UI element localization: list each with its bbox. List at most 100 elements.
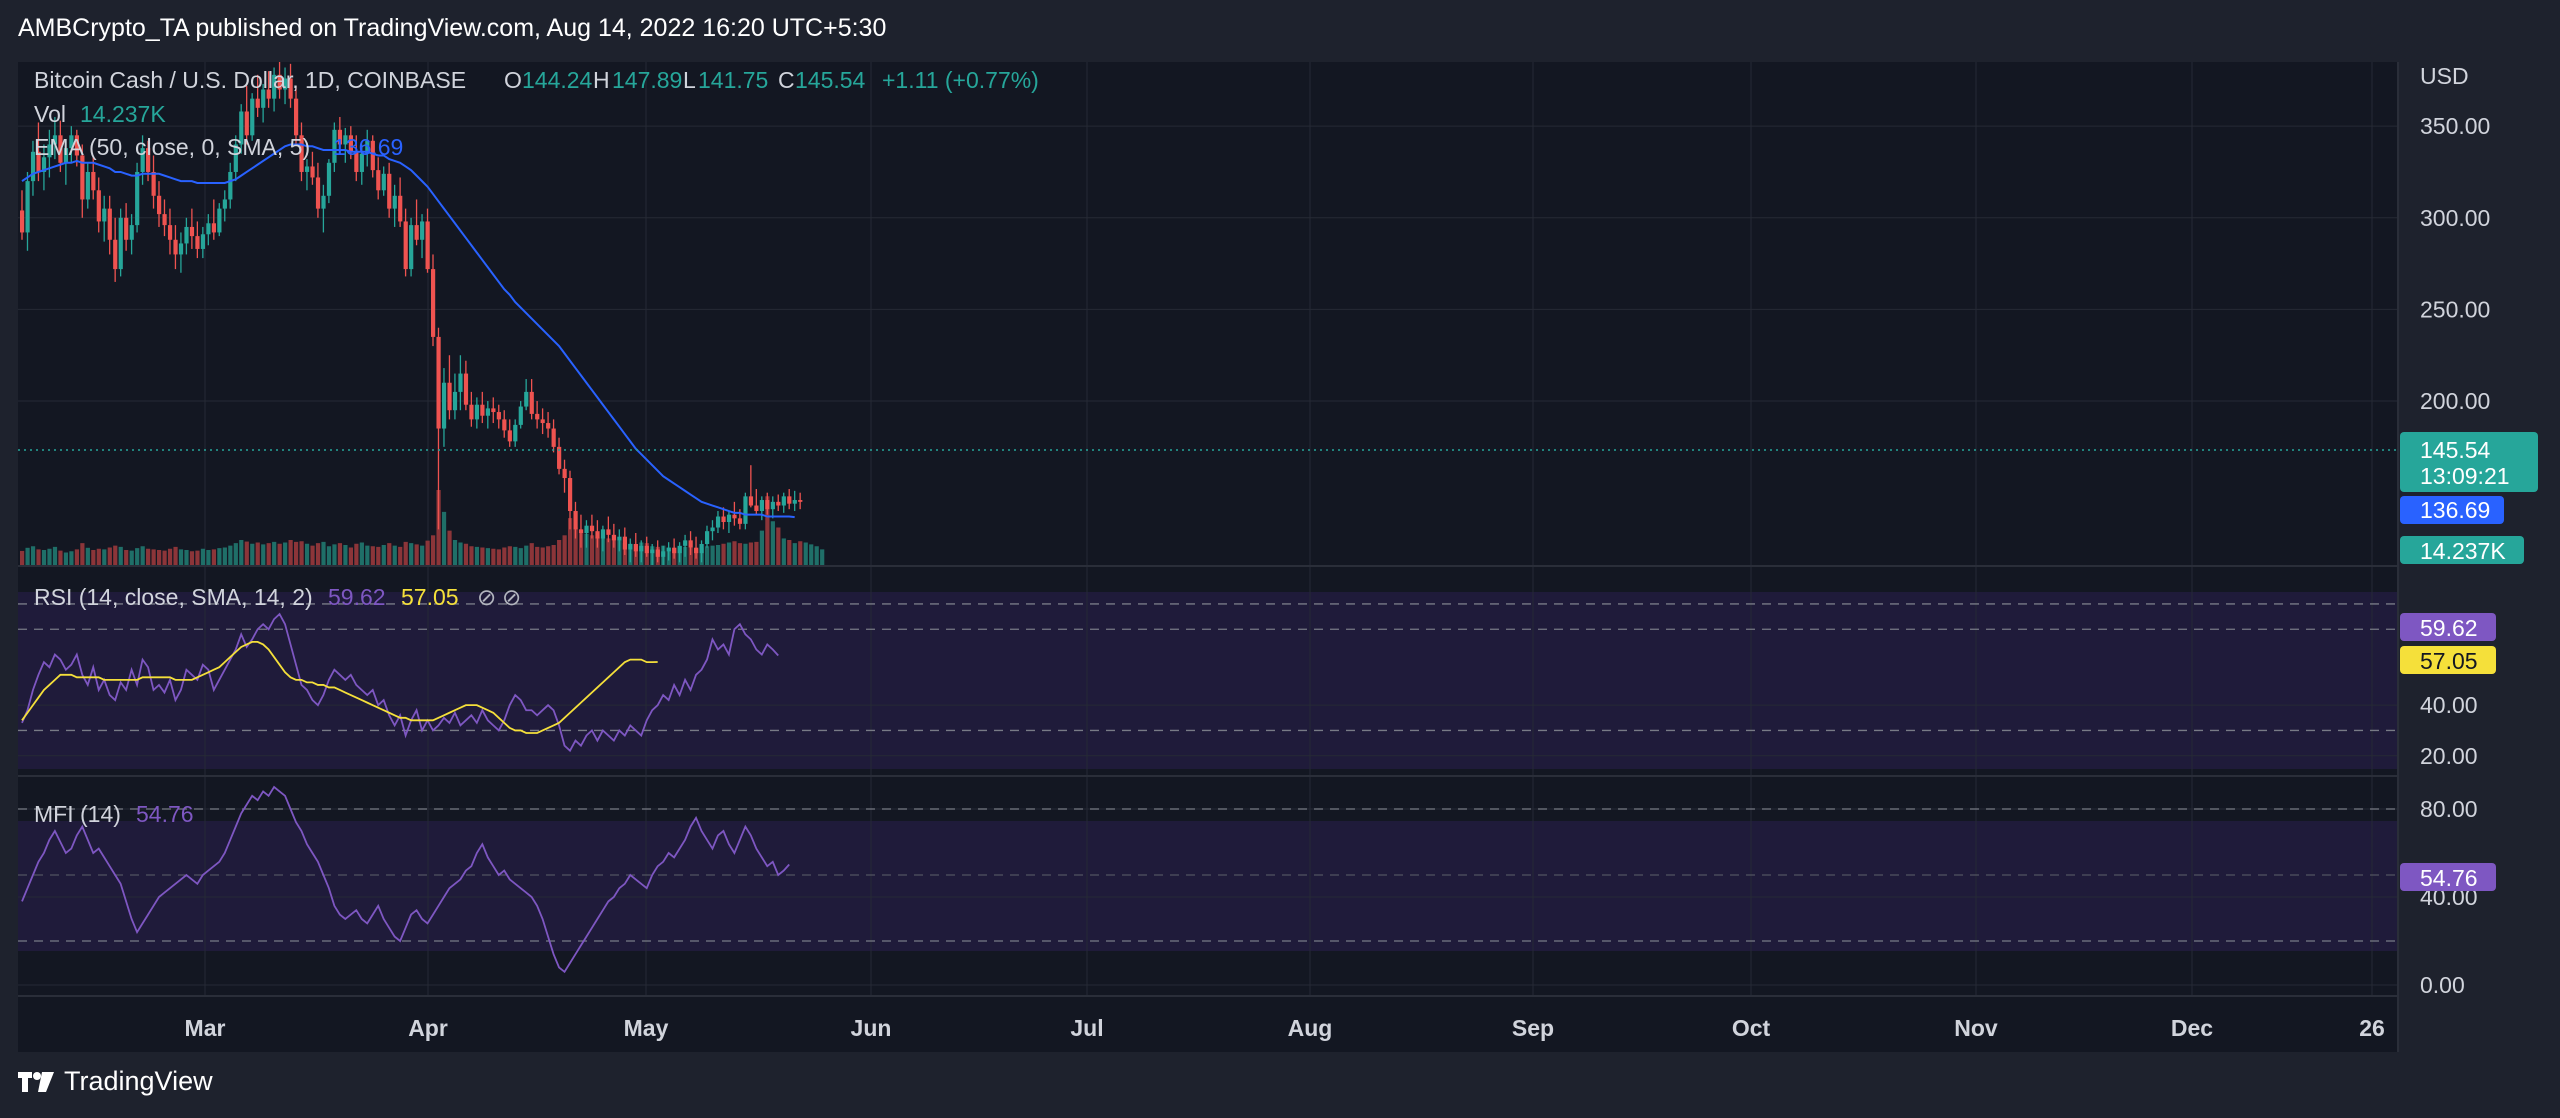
volume-bar [551, 545, 556, 565]
candle-body [726, 514, 732, 523]
volume-bar [277, 543, 282, 565]
candle-body [304, 166, 310, 172]
volume-bar [63, 552, 69, 565]
volume-bar [113, 545, 118, 565]
candle-body [447, 382, 452, 411]
volume-bar [304, 543, 310, 565]
candle-body [387, 173, 392, 209]
candle-body [677, 545, 682, 554]
time-axis-label[interactable]: May [624, 1015, 669, 1041]
volume-bar [748, 542, 754, 565]
volume-bar [85, 547, 90, 565]
volume-bar [36, 549, 41, 565]
candle-body [513, 424, 518, 442]
volume-bar [47, 548, 52, 565]
candle-body [705, 531, 710, 545]
volume-bar [96, 548, 101, 565]
candle-body [222, 199, 227, 209]
volume-bar [529, 543, 534, 565]
candle-body [496, 412, 501, 420]
volume-bar [496, 549, 501, 565]
candle-body [617, 536, 622, 541]
candle-body [480, 404, 485, 416]
volume-bar [151, 549, 156, 565]
candle-body [644, 545, 649, 554]
candle-body [633, 544, 638, 552]
candle-body [91, 171, 96, 191]
time-axis-label[interactable]: Apr [408, 1015, 448, 1041]
volume-bar [420, 545, 425, 565]
volume-bar [787, 540, 792, 565]
candle-body [107, 208, 112, 240]
candle-body [529, 391, 534, 414]
candle-body [409, 225, 414, 270]
candle-body [294, 98, 299, 136]
volume-bar [140, 546, 145, 565]
candle-body [694, 547, 699, 554]
candle-body [420, 221, 425, 240]
candle-body [244, 111, 249, 136]
candle-body [540, 419, 545, 424]
volume-bar [540, 547, 545, 565]
rsi-badge-text: 59.62 [2420, 615, 2478, 641]
volume-bar [343, 545, 348, 565]
volume-bar [146, 548, 151, 565]
volume-bar [315, 543, 321, 565]
candle-body [792, 500, 797, 504]
close-value: 145.54 [795, 67, 866, 93]
tradingview-logo[interactable]: TradingView [18, 1066, 213, 1097]
candle-body [228, 171, 233, 200]
candle-body [759, 500, 764, 512]
volume-bar [288, 540, 293, 565]
volume-bar [798, 541, 803, 565]
hide-icon[interactable]: ⊘ [502, 584, 521, 610]
candle-body [452, 391, 458, 411]
candle-body [217, 208, 222, 233]
time-axis-label[interactable]: Jun [851, 1015, 892, 1041]
volume-bar [337, 543, 343, 565]
volume-bar [403, 541, 408, 565]
time-axis-label[interactable]: Aug [1288, 1015, 1333, 1041]
volume-badge-text: 14.237K [2420, 538, 2506, 564]
candle-body [398, 195, 403, 222]
time-axis-label[interactable]: Nov [1954, 1015, 1998, 1041]
time-axis-label[interactable]: Dec [2171, 1015, 2213, 1041]
volume-bar [431, 535, 436, 565]
time-axis-label[interactable]: Sep [1512, 1015, 1554, 1041]
candle-body [683, 540, 688, 546]
volume-label: Vol [34, 101, 66, 127]
volume-bar [820, 549, 825, 565]
volume-bar [705, 546, 710, 565]
ema-badge-text: 136.69 [2420, 497, 2490, 523]
candle-body [546, 423, 551, 429]
volume-bar [124, 550, 129, 565]
volume-bar [814, 546, 819, 565]
time-axis-label[interactable]: Mar [185, 1015, 226, 1041]
candle-body [189, 226, 195, 237]
volume-bar [69, 551, 74, 565]
candle-body [321, 195, 326, 209]
volume-bar [261, 544, 266, 565]
time-axis-label[interactable]: 26 [2359, 1015, 2385, 1041]
candle-body [206, 223, 211, 235]
volume-bar [20, 550, 25, 565]
time-axis-label[interactable]: Oct [1732, 1015, 1771, 1041]
candle-body [765, 500, 770, 510]
volume-bar [162, 550, 167, 565]
hide-icon[interactable]: ⊘ [477, 584, 496, 610]
volume-bar [348, 547, 353, 565]
volume-bar [474, 546, 480, 565]
volume-bar [441, 511, 447, 565]
volume-bar [414, 544, 419, 565]
last-price-text: 145.54 [2420, 437, 2491, 463]
candle-body [524, 391, 529, 407]
high-label: H [593, 67, 610, 93]
volume-bar [458, 542, 463, 565]
candle-body [431, 269, 436, 337]
chart-canvas[interactable]: Bitcoin Cash / U.S. Dollar, 1D, COINBASE… [0, 0, 2560, 1118]
tradingview-logo-icon [18, 1070, 54, 1094]
time-axis-label[interactable]: Jul [1070, 1015, 1103, 1041]
volume-bar [409, 543, 414, 565]
open-label: O [504, 67, 522, 93]
price-tick-label: 300.00 [2420, 205, 2490, 231]
